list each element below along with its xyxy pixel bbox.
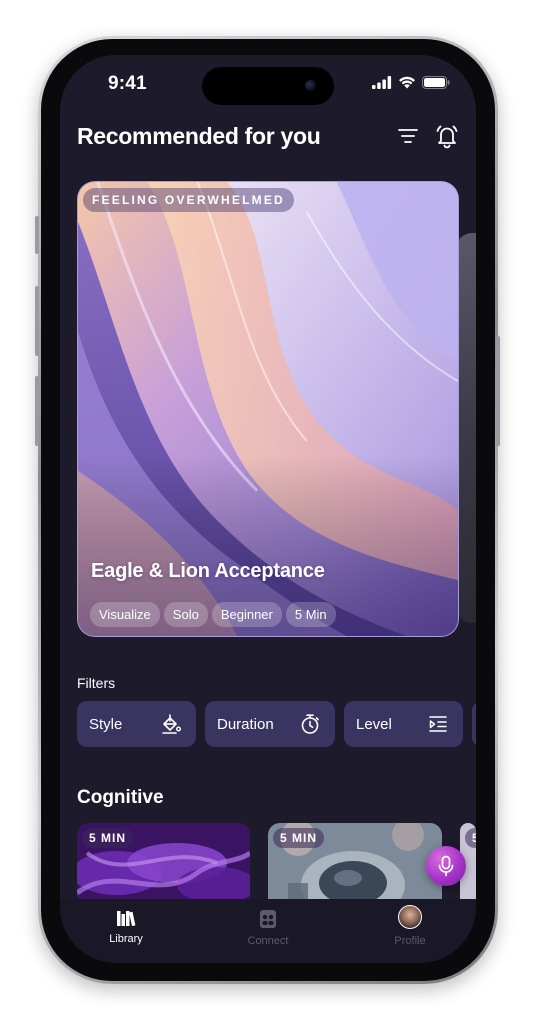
- filters-heading: Filters: [77, 675, 116, 691]
- filter-more-button[interactable]: [472, 701, 476, 747]
- tab-label-connect: Connect: [247, 935, 289, 947]
- connect-icon: [260, 910, 276, 928]
- status-time: 9:41: [108, 73, 147, 94]
- session-title: Eagle & Lion Acceptance: [91, 560, 325, 582]
- page-title: Recommended for you: [77, 123, 321, 149]
- filter-duration-label: Duration: [217, 715, 274, 733]
- chip-duration: 5 Min: [285, 602, 336, 627]
- action-button: [35, 216, 39, 254]
- cellular-signal-icon: [372, 76, 392, 89]
- mood-tag: FEELING OVERWHELMED: [83, 188, 294, 212]
- tab-label-profile: Profile: [394, 935, 426, 947]
- wifi-icon: [399, 76, 415, 89]
- recommendation-card[interactable]: FEELING OVERWHELMED Eagle & Lion Accepta…: [77, 181, 459, 637]
- tab-bar: Library Connect Profile: [60, 899, 476, 963]
- duration-badge: 5 MIN: [273, 828, 325, 848]
- tab-connect[interactable]: Connect: [223, 909, 313, 947]
- session-chips: Visualize Solo Beginner 5 Min: [90, 602, 336, 627]
- camera-lens: [305, 80, 316, 91]
- filter-row: Style Duration Level: [77, 701, 476, 747]
- section-title-cognitive: Cognitive: [77, 787, 164, 808]
- filter-duration-button[interactable]: Duration: [205, 701, 335, 747]
- library-icon: [117, 911, 136, 927]
- header-actions: [396, 123, 460, 149]
- microphone-icon: [438, 855, 454, 877]
- filter-style-button[interactable]: Style: [77, 701, 196, 747]
- duration-badge: 5 MIN: [82, 828, 134, 848]
- tab-profile[interactable]: Profile: [365, 905, 455, 947]
- dynamic-island: [202, 67, 334, 105]
- voice-assistant-button[interactable]: [426, 846, 466, 886]
- session-card[interactable]: 5 MIN: [77, 823, 250, 903]
- avatar: [398, 905, 422, 929]
- battery-icon: [422, 76, 450, 89]
- filter-style-label: Style: [89, 715, 123, 733]
- filter-sort-icon[interactable]: [396, 124, 420, 148]
- notification-bell-icon[interactable]: [434, 123, 460, 149]
- filter-level-button[interactable]: Level: [344, 701, 463, 747]
- chip-level: Beginner: [211, 602, 282, 627]
- volume-down-button: [35, 376, 39, 446]
- power-button: [496, 336, 500, 446]
- app-screen: 9:41 Recommended for you FEELING OVERWHE…: [60, 55, 476, 963]
- volume-up-button: [35, 286, 39, 356]
- level-list-icon: [429, 716, 447, 732]
- filter-level-label: Level: [356, 715, 392, 733]
- session-card[interactable]: 5 MIN: [268, 823, 442, 903]
- next-recommendation-card[interactable]: [456, 233, 476, 623]
- chip-mode: Solo: [163, 602, 208, 627]
- stopwatch-icon: [301, 714, 319, 734]
- status-icons: [372, 76, 450, 89]
- paint-bucket-icon: [162, 714, 182, 734]
- chip-style: Visualize: [90, 602, 160, 627]
- tab-label-library: Library: [109, 933, 143, 945]
- tab-library[interactable]: Library: [81, 909, 171, 945]
